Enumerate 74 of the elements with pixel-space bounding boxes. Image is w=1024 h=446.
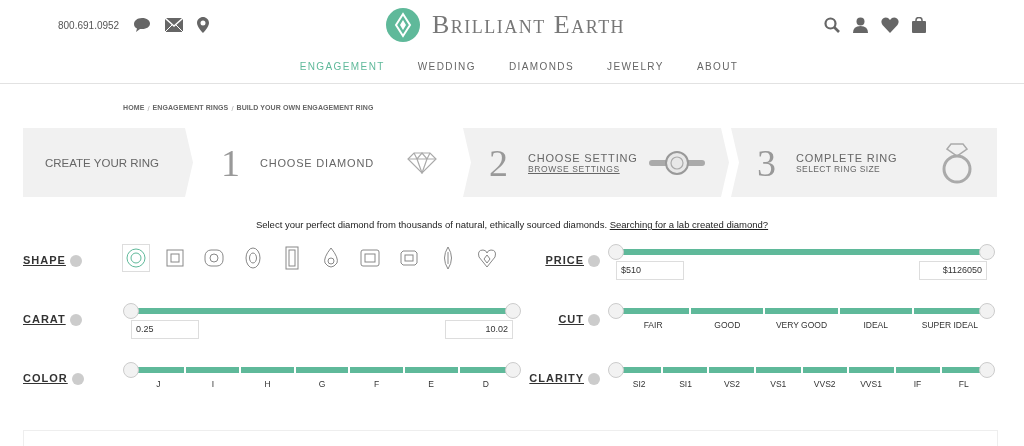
grade-label: VS1 [770, 379, 787, 389]
grade-label: GOOD [714, 320, 741, 330]
grade-label: D [482, 379, 489, 389]
grade-label: IF [913, 379, 922, 389]
grade-label: SUPER IDEAL [921, 320, 978, 330]
logo-icon[interactable] [386, 8, 420, 42]
help-icon[interactable] [69, 314, 82, 326]
phone-number[interactable]: 800.691.0952 [58, 19, 120, 31]
range-slider[interactable] [123, 303, 521, 319]
nav-link[interactable]: WEDDING [417, 61, 476, 72]
map-pin-icon[interactable] [197, 17, 210, 33]
range-slider[interactable] [608, 362, 995, 378]
heart-icon[interactable] [881, 17, 899, 33]
grade-label: SI2 [632, 379, 646, 389]
slider-handle[interactable] [608, 362, 624, 378]
slider-handle[interactable] [123, 362, 139, 378]
filter-label[interactable]: CARAT [23, 313, 66, 325]
step-tab[interactable]: 3 COMPLETE RING SELECT RING SIZE [731, 128, 997, 197]
help-icon[interactable] [588, 255, 600, 267]
value-field[interactable]: 10.02 [445, 320, 513, 339]
step-tab[interactable]: 2 CHOOSE SETTING BROWSE SETTINGS [463, 128, 729, 197]
slider-handle[interactable] [608, 244, 624, 260]
help-icon[interactable] [71, 373, 84, 385]
brand-name[interactable]: Brilliant Earth [432, 10, 626, 40]
slider-handle[interactable] [505, 303, 521, 319]
lab-diamond-link[interactable]: Searching for a lab created diamond? [609, 219, 769, 230]
filter-label[interactable]: CUT [558, 313, 584, 325]
filter-label[interactable]: SHAPE [23, 254, 66, 266]
range-slider[interactable] [123, 362, 521, 378]
diamond-shape-icon[interactable] [123, 245, 149, 271]
slider-handle[interactable] [979, 244, 995, 260]
search-icon[interactable] [824, 17, 840, 33]
value-field[interactable]: $510 [616, 261, 684, 280]
grade-label: VVS1 [860, 379, 882, 389]
grade-label: VS2 [723, 379, 740, 389]
grade-label: F [374, 379, 380, 389]
value-field[interactable]: 0.25 [131, 320, 199, 339]
grade-label: E [428, 379, 434, 389]
grade-label: FAIR [643, 320, 663, 330]
steps-title: CREATE YOUR RING [45, 156, 159, 169]
help-icon[interactable] [588, 314, 600, 326]
nav-link[interactable]: ABOUT [696, 61, 739, 72]
grade-label: I [211, 379, 215, 389]
ring-setting-icon [649, 149, 705, 176]
grade-label: VERY GOOD [775, 320, 828, 330]
filter-label[interactable]: PRICE [545, 254, 584, 266]
filter-label[interactable]: COLOR [23, 372, 68, 384]
slider-handle[interactable] [608, 303, 624, 319]
grade-label: SI1 [679, 379, 692, 389]
diamond-icon [407, 151, 437, 174]
range-slider[interactable] [608, 244, 995, 260]
shopping-bag-icon[interactable] [912, 17, 926, 33]
nav-link[interactable]: DIAMONDS [508, 61, 574, 72]
slider-handle[interactable] [505, 362, 521, 378]
grade-label: G [318, 379, 326, 389]
grade-label: FL [958, 379, 969, 389]
grade-label: H [264, 379, 271, 389]
grade-label: J [156, 379, 161, 389]
nav-link[interactable]: JEWELRY [607, 61, 664, 72]
ring-icon [941, 141, 973, 184]
grade-label: IDEAL [863, 320, 888, 330]
filter-label[interactable]: CLARITY [529, 372, 584, 384]
slider-handle[interactable] [979, 362, 995, 378]
slider-handle[interactable] [979, 303, 995, 319]
slider-handle[interactable] [123, 303, 139, 319]
intro-text: Select your perfect diamond from thousands of natural, ethically sourced diamonds. Searching for a lab created diamond? [254, 219, 770, 232]
mail-icon[interactable] [165, 18, 184, 32]
chat-icon[interactable] [133, 17, 152, 33]
user-icon[interactable] [853, 17, 868, 33]
help-icon[interactable] [69, 255, 82, 267]
value-field[interactable]: $1126050 [919, 261, 987, 280]
range-slider[interactable] [608, 303, 995, 319]
grade-label: VVS2 [813, 379, 836, 389]
help-icon[interactable] [588, 373, 600, 385]
